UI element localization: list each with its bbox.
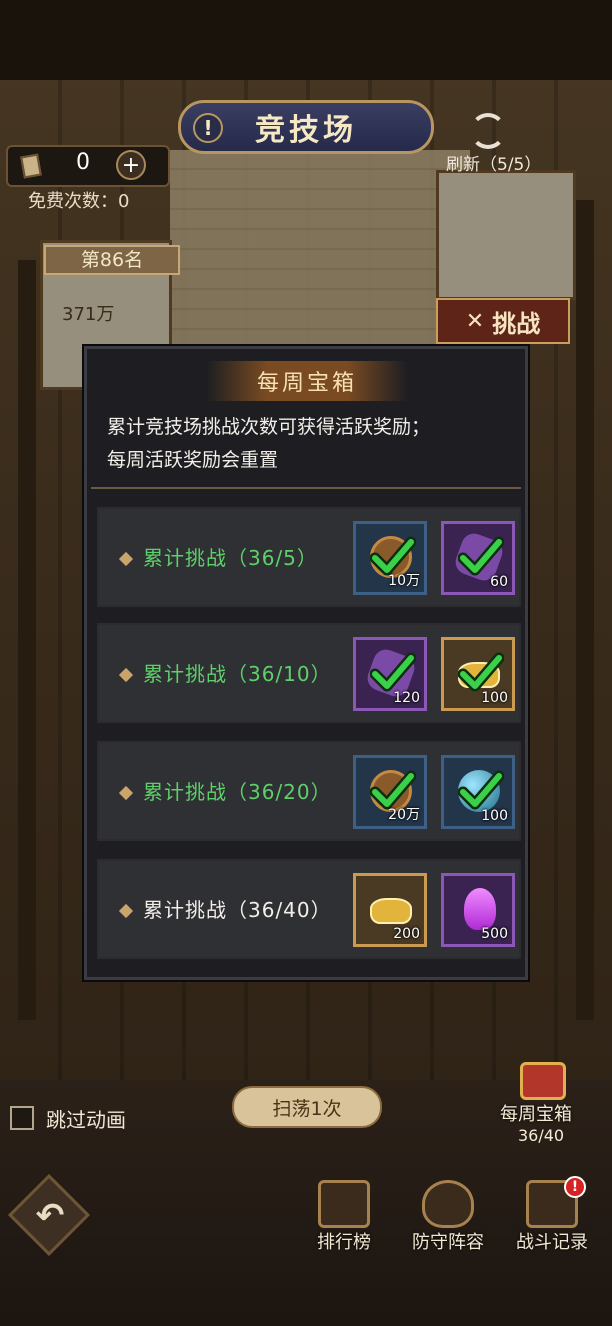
nav-label: 排行榜: [317, 1232, 371, 1253]
power-value: 371万: [62, 304, 115, 325]
page-title: 竞技场: [255, 113, 357, 148]
ticket-count: 0: [76, 150, 90, 175]
free-attempts-label: 免费次数：0: [28, 191, 130, 212]
reward-item[interactable]: 60: [441, 521, 515, 595]
reward-threshold-label: 累计挑战（36/10）: [143, 662, 332, 686]
reward-item[interactable]: 20万: [353, 755, 427, 829]
bullet-diamond-icon: [118, 903, 134, 919]
reward-quantity: 500: [481, 926, 508, 942]
nav-label: 战斗记录: [516, 1232, 588, 1253]
bullet-diamond-icon: [118, 785, 134, 801]
reward-item[interactable]: 200: [353, 873, 427, 947]
skip-animation-checkbox[interactable]: [10, 1106, 34, 1130]
reward-item[interactable]: 120: [353, 637, 427, 711]
reward-row: 累计挑战（36/10） 120 100: [97, 623, 521, 723]
notification-badge: !: [564, 1176, 586, 1198]
sweep-button[interactable]: 扫荡1次: [232, 1086, 382, 1128]
reward-threshold-label: 累计挑战（36/40）: [143, 898, 332, 922]
reward-quantity: 120: [393, 690, 420, 706]
refresh-label[interactable]: 刷新（5/5）: [446, 150, 541, 175]
reward-item[interactable]: 100: [441, 755, 515, 829]
crossed-swords-icon: ✕: [465, 308, 485, 334]
skip-animation-label[interactable]: 跳过动画: [46, 1104, 126, 1133]
bullet-diamond-icon: [118, 551, 134, 567]
reward-row: 累计挑战（36/40） 200 500: [97, 859, 521, 959]
purple-crystal-icon: [464, 888, 496, 930]
reward-row: 累计挑战（36/5） 10万 60: [97, 507, 521, 607]
reward-quantity: 20万: [388, 807, 420, 823]
reward-item[interactable]: 500: [441, 873, 515, 947]
reward-item[interactable]: 10万: [353, 521, 427, 595]
alert-icon[interactable]: !: [193, 113, 223, 143]
reward-quantity: 200: [393, 926, 420, 942]
nav-leaderboard[interactable]: 排行榜: [296, 1180, 392, 1260]
rank-tag: 第86名: [44, 245, 180, 275]
treasure-chest-icon[interactable]: [520, 1062, 566, 1100]
add-ticket-button[interactable]: +: [116, 150, 146, 180]
modal-description: 累计竞技场挑战次数可获得活跃奖励； 每周活跃奖励会重置: [107, 411, 517, 477]
description-line: 每周活跃奖励会重置: [107, 449, 279, 471]
weekly-chest-label[interactable]: 每周宝箱: [500, 1100, 572, 1126]
weekly-chest-progress: 36/40: [518, 1126, 565, 1145]
bullet-diamond-icon: [118, 667, 134, 683]
reward-quantity: 100: [481, 690, 508, 706]
challenge-button[interactable]: ✕ 挑战: [436, 298, 570, 344]
page-title-plate: ! 竞技场: [178, 100, 434, 154]
ticket-icon: [20, 153, 42, 179]
reward-threshold-label: 累计挑战（36/20）: [143, 780, 332, 804]
reward-quantity: 10万: [388, 573, 420, 589]
nav-battle-record[interactable]: 战斗记录: [504, 1180, 600, 1260]
back-arrow-icon: ↶: [35, 1196, 65, 1236]
challenge-label: 挑战: [492, 309, 541, 338]
nav-defense-lineup[interactable]: 防守阵容: [400, 1180, 496, 1260]
reward-item[interactable]: 100: [441, 637, 515, 711]
gold-ingot-icon: [370, 898, 412, 924]
description-line: 累计竞技场挑战次数可获得活跃奖励；: [107, 416, 431, 438]
reward-threshold-label: 累计挑战（36/5）: [143, 546, 318, 570]
shield-icon: [422, 1180, 474, 1228]
refresh-icon[interactable]: [470, 113, 506, 149]
leaderboard-icon: [318, 1180, 370, 1228]
nav-label: 防守阵容: [412, 1232, 484, 1253]
reward-quantity: 60: [490, 574, 508, 590]
weekly-chest-modal: 每周宝箱 累计竞技场挑战次数可获得活跃奖励； 每周活跃奖励会重置 累计挑战（36…: [84, 346, 528, 980]
top-bar: [0, 0, 612, 80]
reward-row: 累计挑战（36/20） 20万 100: [97, 741, 521, 841]
reward-quantity: 100: [481, 808, 508, 824]
modal-title: 每周宝箱: [207, 361, 407, 401]
divider: [91, 487, 521, 489]
